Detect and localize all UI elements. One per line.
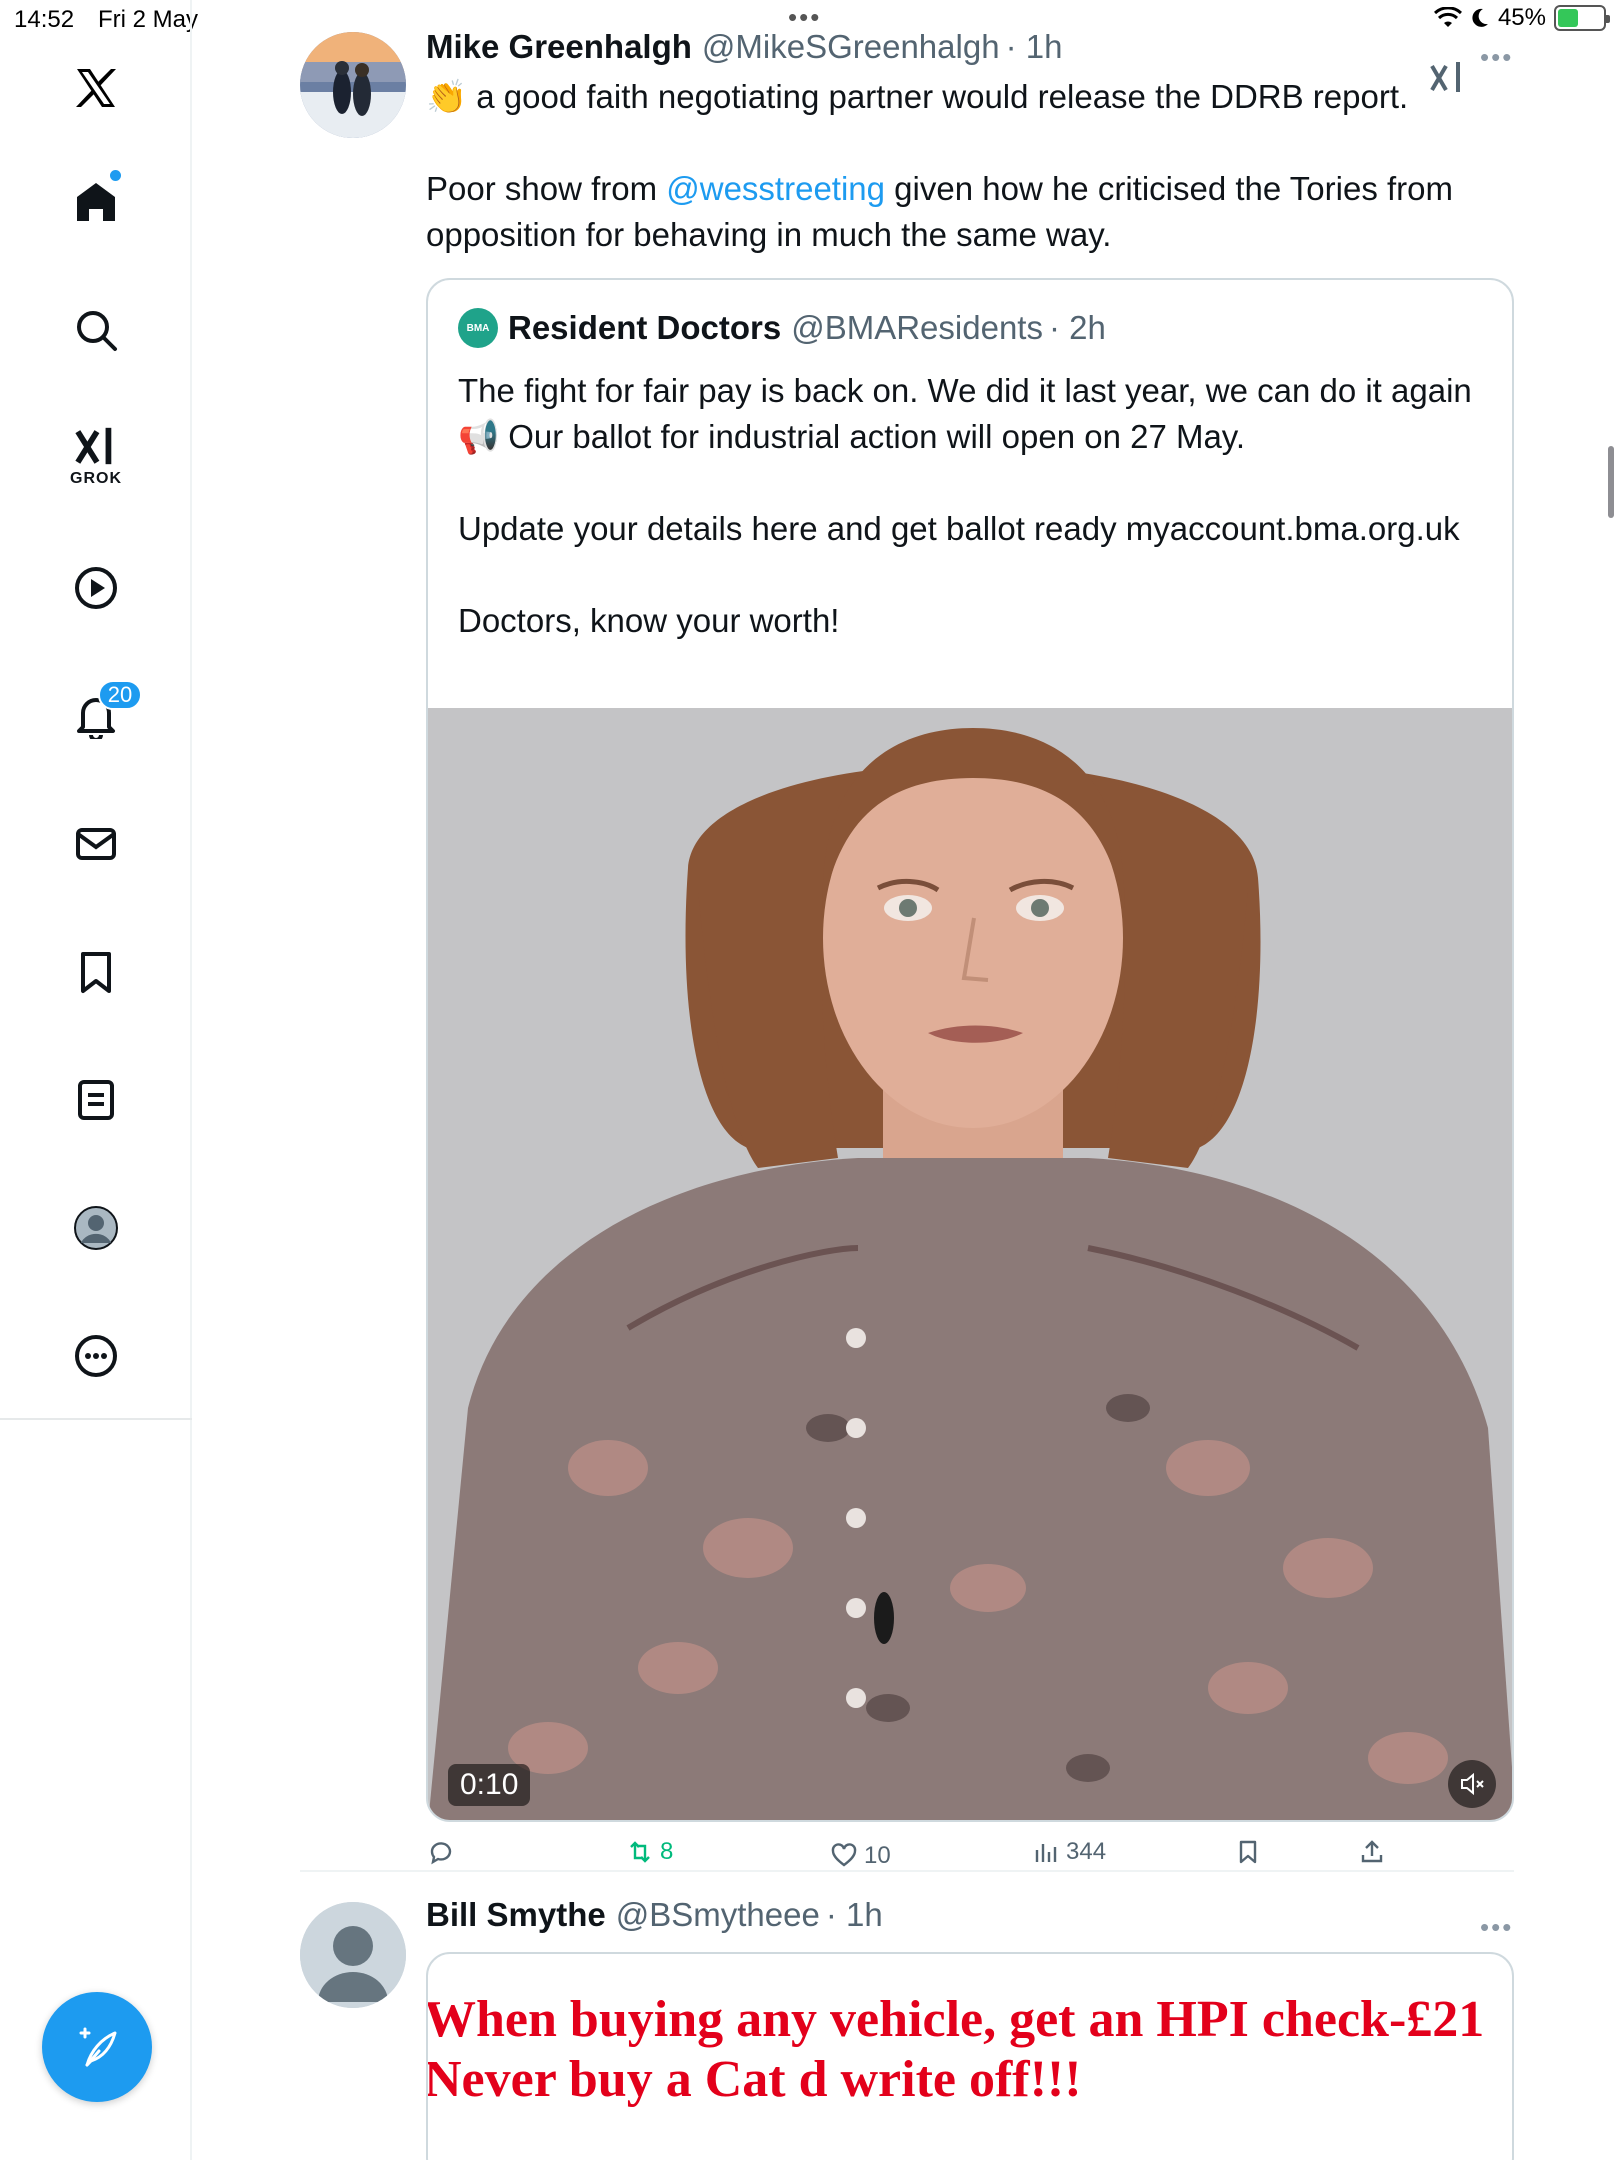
- battery-icon: [1554, 5, 1610, 31]
- bookmark-button[interactable]: [1234, 1838, 1262, 1866]
- video-frame: [428, 708, 1512, 1820]
- home-unread-dot: [110, 170, 121, 181]
- post-2-author-name[interactable]: Bill Smythe: [426, 1896, 606, 1934]
- muted-speaker-icon: [1461, 1772, 1484, 1796]
- default-avatar[interactable]: [300, 1902, 406, 2008]
- more-circle-icon: [75, 1335, 117, 1377]
- post-text-line1: 👏 a good faith negotiating partner would…: [426, 74, 1514, 120]
- video-player[interactable]: 0:10: [428, 708, 1512, 1820]
- compose-post-button[interactable]: [42, 1992, 152, 2102]
- nav-messages[interactable]: [56, 804, 136, 884]
- grok-post-icon[interactable]: [1428, 58, 1468, 98]
- compose-feather-icon: [79, 2027, 117, 2067]
- bookmark-action-icon: [1239, 1840, 1257, 1864]
- post-action-bar: 8 10 344: [426, 1830, 1514, 1890]
- play-circle-icon: [75, 567, 117, 609]
- quoted-post[interactable]: BMA Resident Doctors @BMAResidents · 2h …: [426, 278, 1514, 1822]
- bma-logo: BMA: [458, 308, 498, 348]
- post-time: · 1h: [1005, 28, 1063, 65]
- nav-more[interactable]: [56, 1316, 136, 1396]
- heart-icon: [831, 1843, 857, 1867]
- grok-icon: [75, 427, 112, 465]
- sidebar-divider: [0, 1418, 192, 1420]
- grok-label: GROK: [70, 470, 122, 487]
- post-2-header: Bill Smythe @BSmytheee · 1h: [426, 1896, 1514, 1942]
- author-name[interactable]: Mike Greenhalgh: [426, 28, 692, 66]
- moon-icon: [1472, 8, 1488, 27]
- post-text-part1: Poor show from: [426, 170, 667, 207]
- post-2-time: · 1h: [825, 1896, 883, 1933]
- share-button[interactable]: [1358, 1838, 1386, 1866]
- author-avatar[interactable]: [300, 32, 406, 138]
- mention-link[interactable]: @wesstreeting: [666, 170, 885, 207]
- nav-search[interactable]: [56, 290, 136, 370]
- like-count: 10: [864, 1842, 891, 1869]
- reply-icon: [430, 1842, 452, 1865]
- author-handle[interactable]: @MikeSGreenhalgh: [702, 28, 1000, 66]
- nav-notifications[interactable]: 20: [56, 676, 142, 756]
- views-button[interactable]: 344: [1032, 1838, 1106, 1866]
- battery-level: [1558, 9, 1578, 27]
- share-icon: [1361, 1840, 1383, 1863]
- post-more-icon[interactable]: •••: [1480, 42, 1513, 73]
- post-body: Mike Greenhalgh @MikeSGreenhalgh · 1h 👏 …: [426, 28, 1514, 258]
- post-header: Mike Greenhalgh @MikeSGreenhalgh · 1h: [426, 28, 1514, 74]
- retweet-button[interactable]: 8: [626, 1838, 673, 1866]
- quote-time: · 2h: [1048, 309, 1106, 346]
- post-divider: [300, 1870, 1514, 1872]
- mute-button[interactable]: [1448, 1760, 1496, 1808]
- reply-button[interactable]: [426, 1838, 460, 1866]
- like-button[interactable]: 10: [830, 1842, 891, 1870]
- image-line-1: When buying any vehicle, get an HPI chec…: [426, 1991, 1485, 2048]
- nav-lists[interactable]: [56, 1060, 136, 1140]
- quote-author-handle[interactable]: @BMAResidents: [791, 309, 1043, 347]
- sidebar: GROK 20: [0, 0, 192, 2160]
- quote-text: The fight for fair pay is back on. We di…: [458, 372, 1472, 639]
- post-2-more-icon[interactable]: •••: [1480, 1912, 1513, 1943]
- nav-bookmarks[interactable]: [56, 932, 136, 1012]
- nav-profile[interactable]: [56, 1188, 136, 1268]
- retweet-count: 8: [660, 1838, 674, 1865]
- nav-video[interactable]: [56, 548, 136, 628]
- search-icon: [77, 311, 117, 351]
- nav-home[interactable]: [56, 162, 136, 242]
- notification-count-badge: 20: [98, 680, 142, 710]
- x-logo-icon[interactable]: [56, 48, 136, 128]
- nav-grok[interactable]: GROK: [56, 416, 136, 496]
- home-icon: [77, 183, 115, 221]
- post-text-paragraph2: Poor show from @wesstreeting given how h…: [426, 166, 1514, 258]
- video-time: 0:10: [448, 1764, 531, 1806]
- view-count: 344: [1066, 1838, 1107, 1865]
- post-2-author-handle[interactable]: @BSmytheee: [616, 1896, 820, 1934]
- scrollbar[interactable]: [1608, 446, 1614, 518]
- profile-avatar-icon: [74, 1206, 118, 1250]
- post-2-image-text: When buying any vehicle, get an HPI chec…: [426, 1990, 1485, 2110]
- clap-emoji: 👏: [426, 78, 468, 115]
- list-icon: [78, 1080, 114, 1120]
- post-text-first: a good faith negotiating partner would r…: [467, 78, 1409, 115]
- bookmark-icon: [81, 952, 111, 993]
- image-line-2: Never buy a Cat d write off!!!: [426, 2051, 1082, 2108]
- wifi-icon: [1433, 7, 1462, 27]
- quote-header: BMA Resident Doctors @BMAResidents · 2h: [458, 308, 1106, 348]
- post-2-image[interactable]: When buying any vehicle, get an HPI chec…: [426, 1952, 1514, 2160]
- mail-icon: [76, 828, 116, 860]
- views-chart-icon: [1035, 1844, 1057, 1862]
- retweet-icon: [630, 1841, 650, 1863]
- post-2-body: Bill Smythe @BSmytheee · 1h: [426, 1896, 1514, 1942]
- quote-author-name[interactable]: Resident Doctors: [508, 309, 781, 347]
